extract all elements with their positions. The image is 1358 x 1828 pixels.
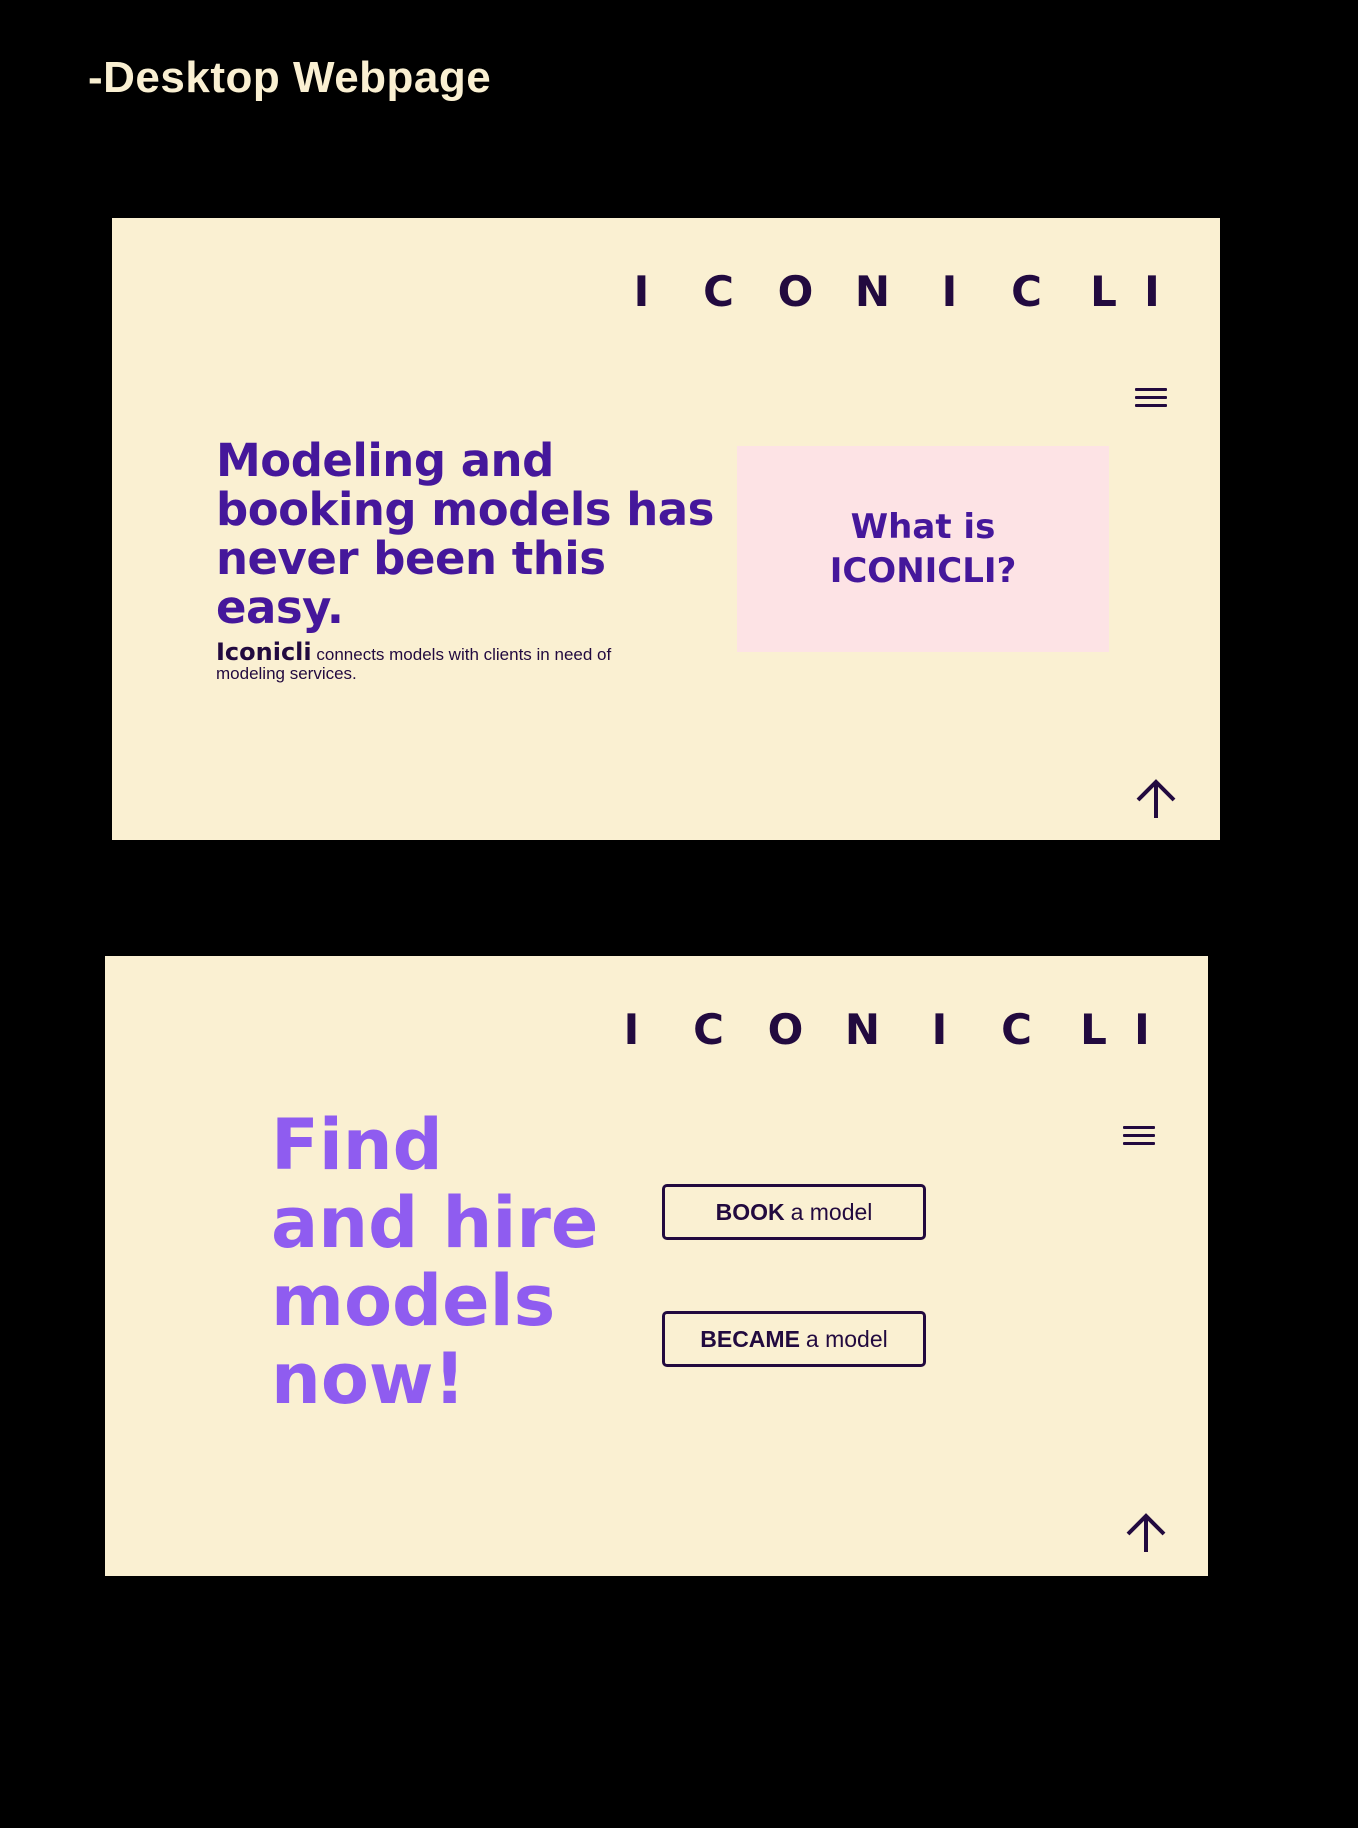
become-button-rest: a model [805,1325,888,1352]
what-is-card[interactable]: What is ICONICLI? [737,446,1109,652]
logo-letter: C [693,1004,724,1054]
logo-letter: C [1011,266,1042,316]
logo-letter: I [931,1004,948,1054]
up-arrow-icon[interactable] [1126,1512,1166,1554]
up-arrow-icon[interactable] [1136,778,1176,820]
become-model-button[interactable]: BECAME a model [662,1311,926,1367]
logo-letter: I [941,266,958,316]
logo-letter: I [1134,1004,1150,1054]
logo-letter: I [633,266,650,316]
hero-headline: Modeling and booking models has never be… [216,434,714,634]
cta-headline: Find and hire models now! [271,1104,599,1420]
logo-letter: L [1080,1004,1107,1054]
book-button-strong: BOOK [715,1198,785,1225]
logo-letter: C [1001,1004,1032,1054]
brand-logo[interactable]: I C O N I C L I [593,1004,1152,1054]
hero-description: Iconicli connects models with clients in… [216,640,676,683]
logo-letter: L [1090,266,1117,316]
desktop-frame-cta: I C O N I C L I Find and hire models now… [105,956,1208,1576]
logo-letter: N [854,266,891,316]
brand-logo[interactable]: I C O N I C L I [603,266,1162,316]
logo-letter: O [767,1004,804,1054]
logo-letter: I [1144,266,1160,316]
menu-icon[interactable] [1123,1124,1155,1148]
logo-letter: I [623,1004,640,1054]
book-button-rest: a model [790,1198,873,1225]
what-is-card-title: What is ICONICLI? [829,507,1017,591]
desktop-frame-hero: I C O N I C L I Modeling and booking mod… [112,218,1220,840]
logo-letter: O [777,266,814,316]
book-model-button[interactable]: BOOK a model [662,1184,926,1240]
logo-letter: N [844,1004,881,1054]
become-button-strong: BECAME [700,1325,800,1352]
logo-letter: C [703,266,734,316]
brand-name: Iconicli [216,638,312,666]
menu-icon[interactable] [1135,386,1167,410]
page-heading: -Desktop Webpage [88,53,492,102]
